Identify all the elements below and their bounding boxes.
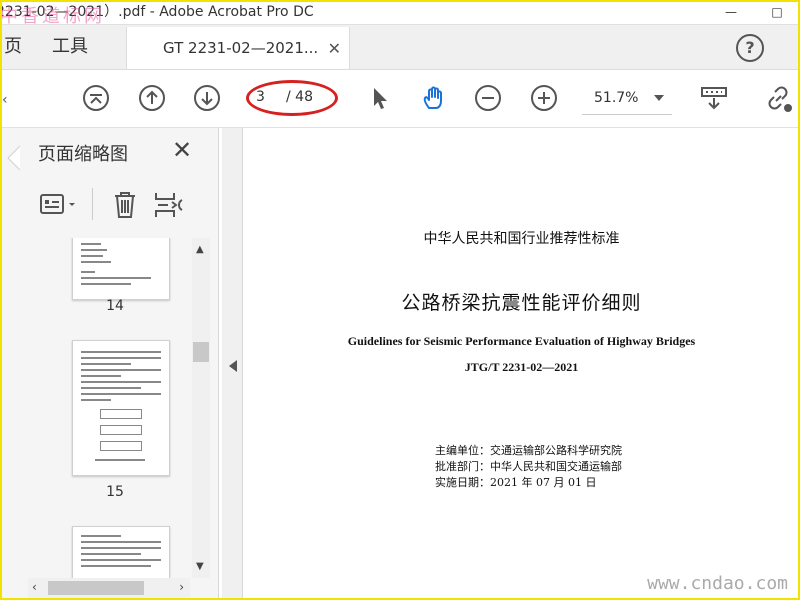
thumbnail-label-14: 14 bbox=[106, 298, 124, 314]
zoom-in-icon[interactable] bbox=[530, 84, 558, 112]
insert-icon[interactable] bbox=[154, 190, 184, 224]
minimize-button[interactable]: — bbox=[708, 0, 754, 24]
options-icon[interactable] bbox=[40, 192, 80, 222]
toolbar-divider bbox=[92, 188, 93, 220]
hand-icon[interactable] bbox=[420, 84, 448, 112]
scroll-down-icon[interactable]: ▼ bbox=[196, 561, 204, 572]
toolbar: ‹ bbox=[0, 70, 800, 128]
close-panel-icon[interactable]: ✕ bbox=[172, 136, 192, 164]
tab-bar: 页 工具 GT 2231-02—2021... ✕ ? bbox=[0, 25, 800, 70]
left-nav-strip bbox=[0, 128, 20, 600]
panel-toolbar bbox=[20, 182, 218, 228]
doc-editor-unit: 主编单位：交通运输部公路科学研究院 bbox=[435, 444, 622, 457]
doc-approval-dept: 批准部门：中华人民共和国交通运输部 bbox=[435, 460, 622, 473]
thumbnail-panel: 页面缩略图 ✕ 14 15 bbox=[20, 128, 219, 600]
scroll-up-icon[interactable]: ▲ bbox=[196, 244, 204, 255]
annotation-oval bbox=[246, 80, 338, 116]
vertical-scroll-thumb[interactable] bbox=[193, 342, 209, 362]
tab-home[interactable]: 页 bbox=[4, 25, 22, 69]
thumbnail-page-16[interactable] bbox=[72, 526, 170, 578]
watermark-site: www.cndao.com bbox=[647, 573, 788, 594]
next-page-icon[interactable] bbox=[193, 84, 221, 112]
doc-title: 公路桥梁抗震性能评价细则 bbox=[401, 292, 642, 314]
scroll-mode-icon[interactable] bbox=[700, 84, 728, 112]
doc-standard-type: 中华人民共和国行业推荐性标准 bbox=[423, 231, 620, 247]
chevron-down-icon[interactable] bbox=[654, 95, 664, 101]
collapse-arrow-icon[interactable] bbox=[224, 356, 244, 376]
thumbnail-page-15[interactable] bbox=[72, 340, 170, 476]
horizontal-scroll-thumb[interactable] bbox=[48, 581, 144, 595]
doc-effective-date: 实施日期：2021 年 07 月 01 日 bbox=[435, 476, 597, 489]
window-controls: — □ bbox=[708, 0, 800, 24]
prev-page-icon[interactable] bbox=[138, 84, 166, 112]
delete-icon[interactable] bbox=[112, 190, 138, 224]
thumbnail-label-15: 15 bbox=[106, 484, 124, 500]
document-tab[interactable]: GT 2231-02—2021... ✕ bbox=[126, 27, 350, 69]
document-page: 中华人民共和国行业推荐性标准 公路桥梁抗震性能评价细则 Guidelines f… bbox=[243, 128, 800, 600]
maximize-button[interactable]: □ bbox=[754, 0, 800, 24]
panel-pointer-icon bbox=[7, 145, 20, 171]
scroll-right-icon[interactable]: › bbox=[179, 580, 184, 594]
scroll-left-icon[interactable]: ‹ bbox=[32, 580, 37, 594]
panel-collapse-handle[interactable] bbox=[222, 128, 243, 600]
link-icon[interactable] bbox=[764, 84, 792, 112]
first-page-icon[interactable] bbox=[82, 84, 110, 112]
panel-title: 页面缩略图 bbox=[38, 144, 128, 165]
title-bar: 2231-02—2021）.pdf - Adobe Acrobat Pro DC… bbox=[0, 0, 800, 27]
tab-tools[interactable]: 工具 bbox=[52, 25, 88, 69]
document-tab-label: GT 2231-02—2021... bbox=[163, 39, 319, 57]
thumbnail-page-14[interactable] bbox=[72, 238, 170, 300]
thumbnail-vertical-scrollbar[interactable]: ▲ ▼ bbox=[192, 238, 210, 578]
toolbar-scroll-left-icon[interactable]: ‹ bbox=[2, 92, 8, 108]
close-tab-icon[interactable]: ✕ bbox=[328, 39, 341, 58]
thumbnail-list: 14 15 bbox=[30, 238, 200, 578]
zoom-out-icon[interactable] bbox=[474, 84, 502, 112]
select-arrow-icon[interactable] bbox=[366, 84, 394, 112]
doc-code: JTG/T 2231-02—2021 bbox=[464, 360, 579, 374]
help-icon[interactable]: ? bbox=[736, 34, 764, 62]
doc-title-en: Guidelines for Seismic Performance Evalu… bbox=[347, 334, 696, 348]
zoom-select[interactable]: 51.7% bbox=[582, 84, 672, 115]
zoom-value: 51.7% bbox=[594, 90, 639, 106]
